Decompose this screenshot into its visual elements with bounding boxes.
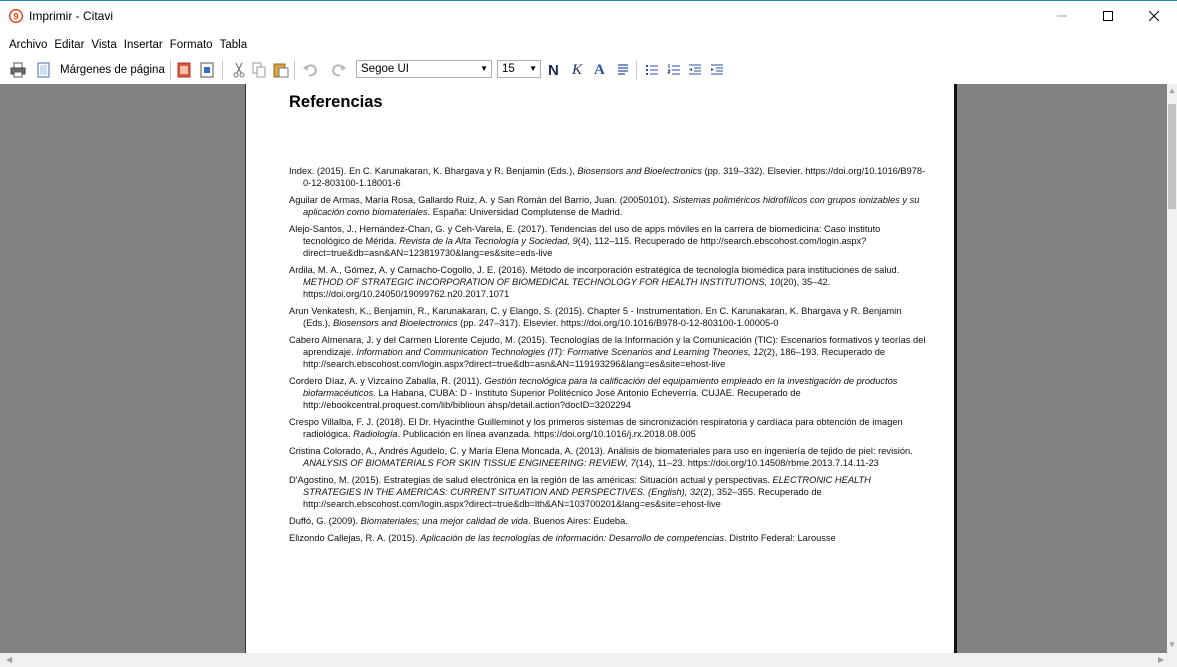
close-button[interactable] — [1131, 1, 1177, 31]
font-color-button[interactable]: A — [594, 61, 605, 79]
cut-button[interactable] — [232, 61, 246, 79]
reference-entry: Arun Venkatesh, K., Benjamin, R., Karuna… — [289, 306, 902, 329]
citavi-logo-icon: 9 — [9, 9, 23, 23]
increase-indent-icon — [711, 64, 723, 75]
copy-icon — [252, 62, 266, 78]
cut-icon — [233, 62, 245, 78]
bullet-list-button[interactable] — [645, 61, 659, 79]
reference-entry: Ardila, M. A., Gómez, A. y Camacho-Cogol… — [289, 264, 900, 300]
italic-button[interactable]: K — [572, 61, 582, 79]
minimize-button[interactable] — [1039, 1, 1085, 31]
svg-text:9: 9 — [13, 12, 18, 23]
reference-entry: D'Agostino, M. (2015). Estrategias de sa… — [289, 474, 871, 510]
paste-button[interactable] — [273, 61, 289, 79]
font-family-value: Segoe UI — [361, 63, 409, 75]
paste-icon — [273, 63, 289, 78]
font-size-select[interactable]: 15 ▼ — [497, 60, 541, 78]
toolbar-separator — [294, 60, 295, 80]
menu-archivo[interactable]: Archivo — [6, 36, 51, 54]
toolbar-separator — [170, 60, 171, 80]
reference-entry: Alejo-Santos, J., Hernández-Chan, G. y C… — [289, 223, 881, 259]
font-size-value: 15 — [502, 63, 515, 75]
maximize-icon — [1103, 11, 1113, 21]
numbered-list-icon — [667, 64, 680, 75]
toolbar-separator — [636, 60, 637, 80]
reference-list: Index. (2015). En C. Karunakaran, K. Bha… — [289, 165, 929, 548]
horizontal-scrollbar[interactable]: ◀ ▶ — [0, 653, 1177, 667]
menu-formato[interactable]: Formato — [167, 36, 217, 54]
export-icon — [200, 62, 214, 78]
chevron-down-icon: ▼ — [529, 64, 537, 73]
bold-button[interactable]: N — [548, 61, 559, 79]
redo-icon — [332, 64, 346, 77]
print-preview-area: Referencias Index. (2015). En C. Karunak… — [0, 84, 1167, 653]
printer-icon — [10, 62, 26, 78]
chevron-left-icon[interactable]: ◀ — [6, 655, 12, 664]
document-page: Referencias Index. (2015). En C. Karunak… — [245, 84, 957, 653]
menu-insertar[interactable]: Insertar — [121, 36, 167, 54]
reference-entry: Cabero Almenara, J. y del Carmen Llorent… — [289, 334, 926, 370]
page-icon — [37, 62, 50, 78]
title-bar: 9 Imprimir - Citavi — [0, 0, 1177, 30]
undo-icon — [303, 64, 317, 77]
reference-entry: Cristina Colorado, A., Andrés Agudelo, C… — [289, 446, 913, 469]
export-pdf-button[interactable] — [177, 61, 191, 79]
print-button[interactable] — [10, 61, 26, 79]
menu-tabla[interactable]: Tabla — [217, 36, 252, 54]
font-family-select[interactable]: Segoe UI ▼ — [356, 60, 492, 78]
reference-entry: Cordero Díaz, A. y Vizcaíno Zaballa, R. … — [289, 376, 898, 411]
reference-entry: Duffó, G. (2009). Biomateriales; una mej… — [289, 516, 628, 527]
scrollbar-thumb[interactable] — [1168, 104, 1176, 209]
chevron-down-icon: ▼ — [480, 64, 488, 73]
undo-button[interactable] — [303, 61, 317, 79]
window-title: Imprimir - Citavi — [29, 9, 113, 23]
align-justify-icon — [618, 64, 628, 75]
chevron-up-icon[interactable]: ▲ — [1168, 86, 1176, 95]
toolbar-separator — [222, 60, 223, 80]
redo-button[interactable] — [332, 61, 346, 79]
decrease-indent-button[interactable] — [688, 61, 702, 79]
numbered-list-button[interactable] — [667, 61, 681, 79]
copy-button[interactable] — [252, 61, 266, 79]
menu-editar[interactable]: Editar — [51, 36, 88, 54]
increase-indent-button[interactable] — [710, 61, 724, 79]
maximize-button[interactable] — [1085, 1, 1131, 31]
bullet-list-icon — [646, 65, 658, 75]
decrease-indent-icon — [689, 64, 701, 75]
export-button[interactable] — [200, 61, 214, 79]
reference-entry: Elizondo Callejas, R. A. (2015). Aplicac… — [289, 532, 836, 543]
menu-bar: Archivo Editar Vista Insertar Formato Ta… — [0, 36, 251, 54]
margins-label: Márgenes de página — [60, 64, 165, 76]
vertical-scrollbar[interactable]: ▲ ▼ — [1167, 84, 1177, 653]
minimize-icon — [1057, 15, 1067, 17]
page-title: Referencias — [289, 93, 383, 111]
close-icon — [1149, 11, 1159, 21]
chevron-down-icon[interactable]: ▼ — [1168, 640, 1176, 649]
menu-vista[interactable]: Vista — [88, 36, 120, 54]
reference-entry: Crespo Villalba, F. J. (2018). El Dr. Hy… — [289, 417, 903, 440]
reference-entry: Aguilar de Armas, María Rosa, Gallardo R… — [289, 194, 920, 218]
margins-button[interactable]: Márgenes de página — [37, 61, 165, 79]
align-justify-button[interactable] — [617, 61, 629, 79]
pdf-icon — [177, 62, 191, 78]
reference-entry: Index. (2015). En C. Karunakaran, K. Bha… — [289, 166, 926, 189]
chevron-right-icon[interactable]: ▶ — [1158, 655, 1164, 664]
